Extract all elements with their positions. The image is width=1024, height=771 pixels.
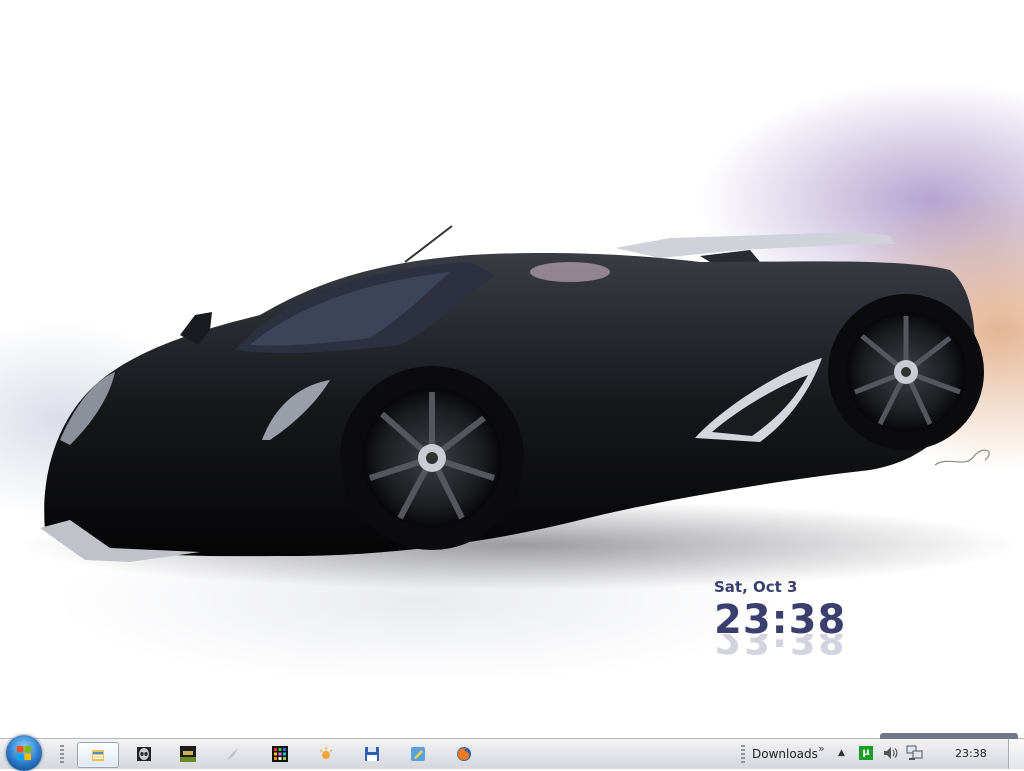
tray-clock[interactable]: 23:38 [955, 747, 987, 760]
taskbar-feather-button[interactable] [212, 742, 252, 766]
taskbar-explorer-button[interactable] [77, 742, 119, 768]
mw-game-icon [180, 746, 196, 762]
sun-icon [319, 747, 333, 759]
show-desktop-button[interactable] [1008, 739, 1024, 769]
taskbar-grip[interactable] [60, 745, 64, 763]
clock-time-reflection: 23:38 [714, 634, 847, 660]
toolbar-grip[interactable] [741, 745, 745, 763]
taskbar-firefox-button[interactable] [444, 742, 484, 766]
taskbar-mw-button[interactable] [168, 742, 208, 766]
network-icon[interactable] [906, 745, 924, 761]
firefox-icon [457, 747, 471, 761]
windows-orb-icon [17, 746, 31, 760]
taskbar-pencil-button[interactable] [398, 742, 438, 766]
downloads-chevron-icon[interactable]: » [818, 742, 825, 755]
tray-tab [880, 733, 1018, 739]
floppy-icon [365, 747, 379, 761]
taskbar-color-grid-button[interactable] [260, 742, 300, 766]
downloads-toolbar[interactable]: Downloads [752, 747, 818, 761]
taskbar-sun-button[interactable] [306, 742, 346, 766]
color-grid-icon [272, 746, 288, 762]
feather-icon [227, 748, 238, 760]
taskbar: Downloads » ▲ µ 23:38 [0, 733, 1024, 771]
show-hidden-icons-button[interactable]: ▲ [838, 748, 845, 758]
clock-gadget[interactable]: Sat, Oct 3 23:38 23:38 [714, 578, 874, 660]
volume-icon[interactable] [882, 745, 898, 761]
pencil-app-icon [411, 747, 425, 761]
desktop[interactable]: Sat, Oct 3 23:38 23:38 [0, 0, 1024, 738]
taskbar-floppy-button[interactable] [352, 742, 392, 766]
clock-date: Sat, Oct 3 [714, 578, 798, 596]
utorrent-tray-icon[interactable]: µ [859, 746, 873, 760]
start-button[interactable] [6, 735, 42, 771]
alien-icon [137, 747, 151, 761]
taskbar-alien-button[interactable] [124, 742, 164, 766]
explorer-icon [92, 750, 104, 761]
